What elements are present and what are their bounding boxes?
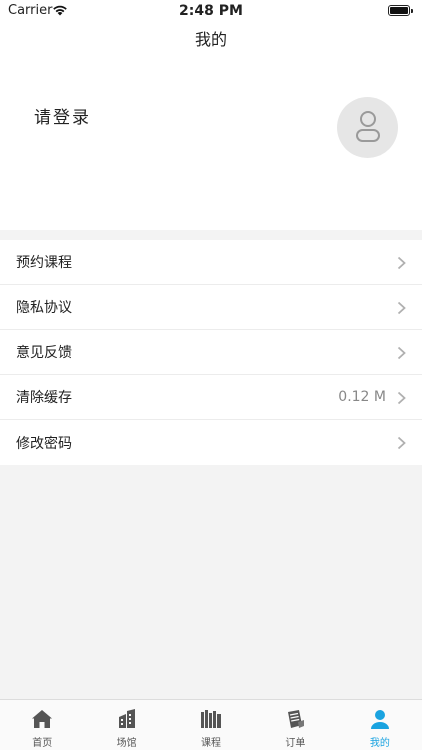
tab-orders[interactable]: 订单	[253, 700, 337, 750]
user-placeholder-icon	[356, 111, 380, 142]
chevron-right-icon	[397, 391, 406, 405]
tab-label: 首页	[32, 738, 53, 749]
tab-venue[interactable]: 场馆	[84, 700, 168, 750]
tab-courses[interactable]: 课程	[169, 700, 253, 750]
settings-menu: 预约课程 隐私协议 意见反馈 清除缓存 0.12 M 修改密码	[0, 240, 422, 465]
menu-item-booking[interactable]: 预约课程	[0, 240, 422, 285]
chevron-right-icon	[397, 256, 406, 270]
menu-item-label: 修改密码	[16, 435, 72, 452]
books-icon	[201, 710, 222, 728]
menu-item-label: 预约课程	[16, 255, 72, 271]
screen: Carrier 2:48 PM 我的 请登录 预约课程 隐私协议 意见反馈 清除…	[0, 0, 422, 750]
chevron-right-icon	[397, 301, 406, 315]
tab-label: 我的	[369, 738, 390, 749]
nav-bar: 我的	[0, 24, 422, 58]
home-icon	[32, 710, 53, 728]
tab-bar: 首页 场馆 课程 订单 我的	[0, 699, 422, 750]
clock: 2:48 PM	[179, 3, 243, 19]
building-icon	[118, 709, 135, 728]
menu-item-clear-cache[interactable]: 清除缓存 0.12 M	[0, 375, 422, 420]
profile-icon	[370, 710, 389, 729]
status-bar: Carrier 2:48 PM	[0, 0, 422, 24]
order-icon	[288, 710, 305, 728]
cache-size-value: 0.12 M	[338, 389, 386, 405]
menu-item-label: 意见反馈	[16, 345, 72, 361]
tab-label: 订单	[285, 738, 306, 749]
login-prompt[interactable]: 请登录	[34, 103, 91, 128]
tab-label: 课程	[201, 738, 222, 749]
battery-icon	[388, 5, 413, 16]
avatar[interactable]	[337, 97, 398, 158]
chevron-right-icon	[397, 346, 406, 360]
chevron-right-icon	[397, 436, 406, 450]
page-title: 我的	[194, 30, 227, 49]
menu-item-label: 隐私协议	[16, 300, 72, 316]
menu-item-label: 清除缓存	[16, 390, 72, 406]
tab-mine[interactable]: 我的	[338, 700, 422, 750]
tab-home[interactable]: 首页	[0, 700, 84, 750]
tab-label: 场馆	[116, 738, 137, 749]
menu-item-privacy[interactable]: 隐私协议	[0, 285, 422, 330]
profile-header[interactable]: 请登录	[0, 58, 422, 230]
menu-item-change-password[interactable]: 修改密码	[0, 420, 422, 465]
menu-item-feedback[interactable]: 意见反馈	[0, 330, 422, 375]
